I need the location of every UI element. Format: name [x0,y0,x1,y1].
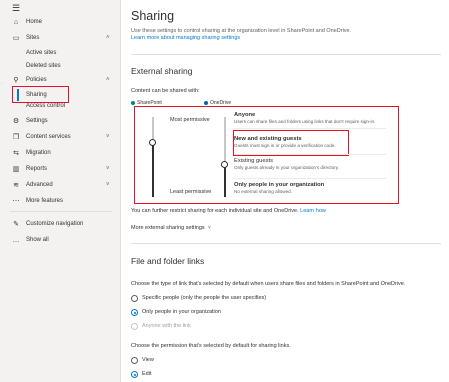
level-separator [234,154,386,155]
sharepoint-slider-fill [152,143,154,197]
left-navigation: ☰ ⌂ Home ▭ Sites ˄ Active sites Deleted … [0,0,121,382]
main-content: Sharing Use these settings to control sh… [121,0,449,382]
onedrive-icon [204,101,208,105]
learn-how-link[interactable]: Learn how [300,208,326,214]
nav-settings[interactable]: ⚙ Settings [0,114,121,128]
nav-advanced-label: Advanced [26,182,53,188]
radio-anyone-link[interactable] [131,323,138,330]
reports-icon: ▥ [12,166,20,173]
chevron-up-icon: ˄ [106,35,110,41]
nav-access-control[interactable]: Access control [0,99,121,113]
chevron-down-icon: ˅ [106,166,110,172]
nav-show-all-label: Show all [26,237,49,243]
nav-sites-label: Sites [26,35,40,41]
nav-divider [10,211,112,212]
advanced-icon: ≋ [13,182,19,189]
sites-icon: ▭ [12,35,20,42]
chevron-up-icon: ˄ [106,77,110,83]
nav-customize-navigation[interactable]: ✎ Customize navigation [0,217,121,231]
nav-policies[interactable]: ⚲ Policies ˄ [0,73,121,87]
content-shared-label: Content can be shared with: [131,88,200,94]
sharepoint-slider-thumb[interactable] [149,139,156,146]
nav-policies-label: Policies [26,77,47,83]
link-type-prompt: Choose the type of link that's selected … [131,281,406,287]
radio-anyone-link-label: Anyone with the link [142,323,191,329]
nav-active-sites[interactable]: Active sites [0,46,121,60]
nav-content-services-label: Content services [26,134,71,140]
more-external-settings-label: More external sharing settings [131,225,205,231]
more-features-icon: ⋯ [12,198,20,205]
level-existing-guests-title: Existing guests [234,158,273,164]
radio-specific-people[interactable] [131,295,138,302]
level-anyone[interactable]: Anyone Users can share files and folders… [234,112,384,124]
level-anyone-title: Anyone [234,112,256,118]
more-external-settings-toggle[interactable]: More external sharing settings ˅ [131,225,211,231]
radio-view[interactable] [131,357,138,364]
chevron-down-icon: ˅ [106,182,110,188]
nav-content-services[interactable]: ❐ Content services ˅ [0,130,121,144]
nav-access-control-label: Access control [26,103,66,109]
page-description: Use these settings to control sharing at… [131,28,431,42]
content-services-icon: ❐ [12,134,20,141]
radio-only-org-label: Only people in your organization [142,309,221,315]
restrict-note: You can further restrict sharing for eac… [131,208,326,214]
nav-more-features-label: More features [26,198,64,204]
nav-migration-label: Migration [26,150,51,156]
radio-only-org[interactable] [131,309,138,316]
file-folder-links-heading: File and folder links [131,256,205,266]
hamburger-menu-icon[interactable]: ☰ [12,4,20,13]
chevron-down-icon: ˅ [106,134,110,140]
nav-show-all[interactable]: … Show all [0,233,121,247]
radio-specific-people-label: Specific people (only the people the use… [142,295,267,301]
restrict-note-text: You can further restrict sharing for eac… [131,208,299,214]
permission-prompt: Choose the permission that's selected by… [131,343,291,349]
nav-more-features[interactable]: ⋯ More features [0,194,121,208]
level-existing-guests-desc: Only guests already in your organization… [234,165,339,170]
radio-edit[interactable] [131,371,138,378]
most-permissive-label: Most permissive [170,117,210,123]
nav-customize-navigation-label: Customize navigation [26,221,84,227]
level-existing-guests[interactable]: Existing guests Only guests already in y… [234,158,384,170]
description-text: Use these settings to control sharing at… [131,28,352,34]
nav-reports[interactable]: ▥ Reports ˅ [0,162,121,176]
nav-deleted-sites[interactable]: Deleted sites [0,59,121,73]
migration-icon: ⇆ [13,150,19,157]
policies-icon: ⚲ [13,77,19,84]
section-divider [131,54,441,55]
external-sharing-heading: External sharing [131,66,193,76]
nav-settings-label: Settings [26,118,48,124]
ellipsis-icon: … [12,236,20,244]
settings-icon: ⚙ [12,118,20,125]
pencil-icon: ✎ [13,221,19,228]
level-only-org-desc: No external sharing allowed. [234,189,292,194]
nav-sites[interactable]: ▭ Sites ˄ [0,31,121,45]
onedrive-slider-thumb[interactable] [221,161,228,168]
highlight-guests-box [233,130,349,156]
nav-active-sites-label: Active sites [26,50,57,56]
nav-reports-label: Reports [26,166,48,172]
onedrive-slider-fill [224,165,226,197]
section-divider [131,243,441,244]
nav-deleted-sites-label: Deleted sites [26,63,61,69]
home-icon: ⌂ [13,18,19,26]
radio-edit-label: Edit [142,371,152,377]
nav-home[interactable]: ⌂ Home [0,15,121,29]
level-separator [234,178,386,179]
chevron-down-icon: ˅ [206,225,211,231]
nav-migration[interactable]: ⇆ Migration [0,146,121,160]
least-permissive-label: Least permissive [170,189,212,195]
page-title: Sharing [131,9,175,23]
level-only-org-title: Only people in your organization [234,182,325,188]
learn-more-link[interactable]: Learn more about managing sharing settin… [131,35,240,41]
level-separator [234,128,386,129]
level-anyone-desc: Users can share files and folders using … [234,119,376,124]
level-only-org[interactable]: Only people in your organization No exte… [234,182,384,194]
nav-home-label: Home [26,19,43,25]
nav-advanced[interactable]: ≋ Advanced ˅ [0,178,121,192]
sharepoint-icon [131,101,135,105]
radio-view-label: View [142,357,154,363]
